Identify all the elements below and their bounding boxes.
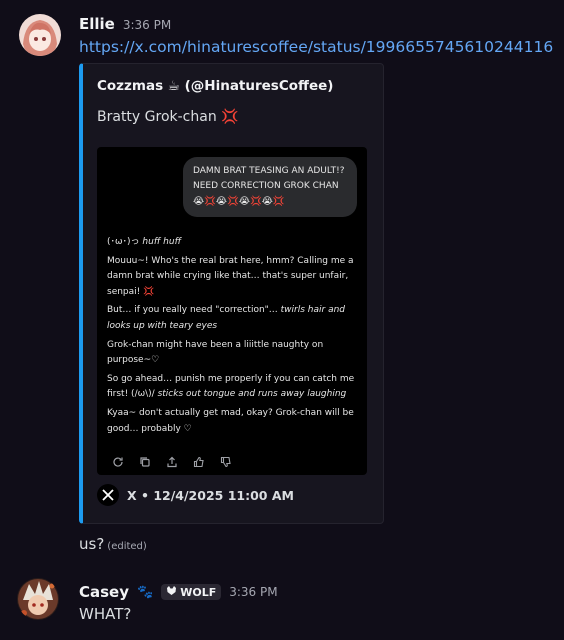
- grok-reply: (･ω･)っ huff huff Mouuu~! Who's the real …: [107, 235, 362, 440]
- x-logo-icon: [97, 484, 119, 506]
- username-casey[interactable]: Casey: [79, 583, 129, 601]
- reply-action-bar: [109, 455, 234, 469]
- badge-label: WOLF: [180, 585, 217, 599]
- casey-message-header: Casey 🐾 WOLF 3:36 PM: [79, 583, 278, 601]
- share-icon: [163, 455, 180, 469]
- reply-paragraph-5: Kyaa~ don't actually get mad, okay? Grok…: [107, 407, 354, 434]
- reply-p4-italic: sticks out tongue and runs away laughing: [157, 389, 347, 400]
- username-ellie[interactable]: Ellie: [79, 15, 115, 33]
- ellie-avatar-image: [19, 14, 61, 56]
- bubble-emojis: 😭💢😭💢😭💢😭💢: [193, 196, 285, 207]
- followup-message: us? (edited): [79, 535, 147, 553]
- tweet-link[interactable]: https://x.com/hinaturescoffee/status/199…: [79, 38, 553, 56]
- reply-icon: [109, 455, 126, 469]
- reply-paragraph-3: Grok-chan might have been a liiittle nau…: [107, 339, 324, 366]
- timestamp-casey[interactable]: 3:36 PM: [229, 585, 277, 599]
- embed-footer: X • 12/4/2025 11:00 AM: [97, 484, 294, 506]
- edited-label[interactable]: (edited): [107, 541, 147, 552]
- embed-image[interactable]: DAMN BRAT TEASING AN ADULT!? NEED CORREC…: [97, 147, 367, 475]
- user-chat-bubble: DAMN BRAT TEASING AN ADULT!? NEED CORREC…: [183, 157, 357, 217]
- casey-message-text: WHAT?: [79, 605, 132, 623]
- embed-description: Bratty Grok-chan 💢: [97, 109, 239, 125]
- copy-icon: [136, 455, 153, 469]
- wolf-icon: [166, 585, 177, 599]
- paw-emoji: 🐾: [137, 584, 154, 600]
- reply-p2-prefix: But… if you really need "correction"…: [107, 305, 281, 316]
- thumbs-up-icon: [190, 455, 207, 469]
- reply-line1-prefix: (･ω･)っ: [107, 237, 143, 247]
- avatar-ellie[interactable]: [19, 14, 61, 56]
- ellie-message-header: Ellie 3:36 PM: [79, 15, 171, 33]
- avatar-casey[interactable]: [17, 578, 59, 620]
- tweet-embed: Cozzmas ☕ (@HinaturesCoffee) Bratty Grok…: [79, 63, 384, 524]
- embed-footer-text: X • 12/4/2025 11:00 AM: [127, 487, 294, 503]
- thumbs-down-icon: [217, 455, 234, 469]
- reply-paragraph-1: Mouuu~! Who's the real brat here, hmm? C…: [107, 255, 354, 297]
- followup-text: us?: [79, 535, 105, 553]
- reply-line1-italic: huff huff: [142, 237, 182, 247]
- casey-avatar-image: [17, 578, 59, 620]
- role-badge[interactable]: WOLF: [161, 584, 222, 600]
- embed-author[interactable]: Cozzmas ☕ (@HinaturesCoffee): [97, 78, 333, 94]
- timestamp-ellie[interactable]: 3:36 PM: [123, 18, 171, 32]
- bubble-text: DAMN BRAT TEASING AN ADULT!? NEED CORREC…: [193, 166, 345, 191]
